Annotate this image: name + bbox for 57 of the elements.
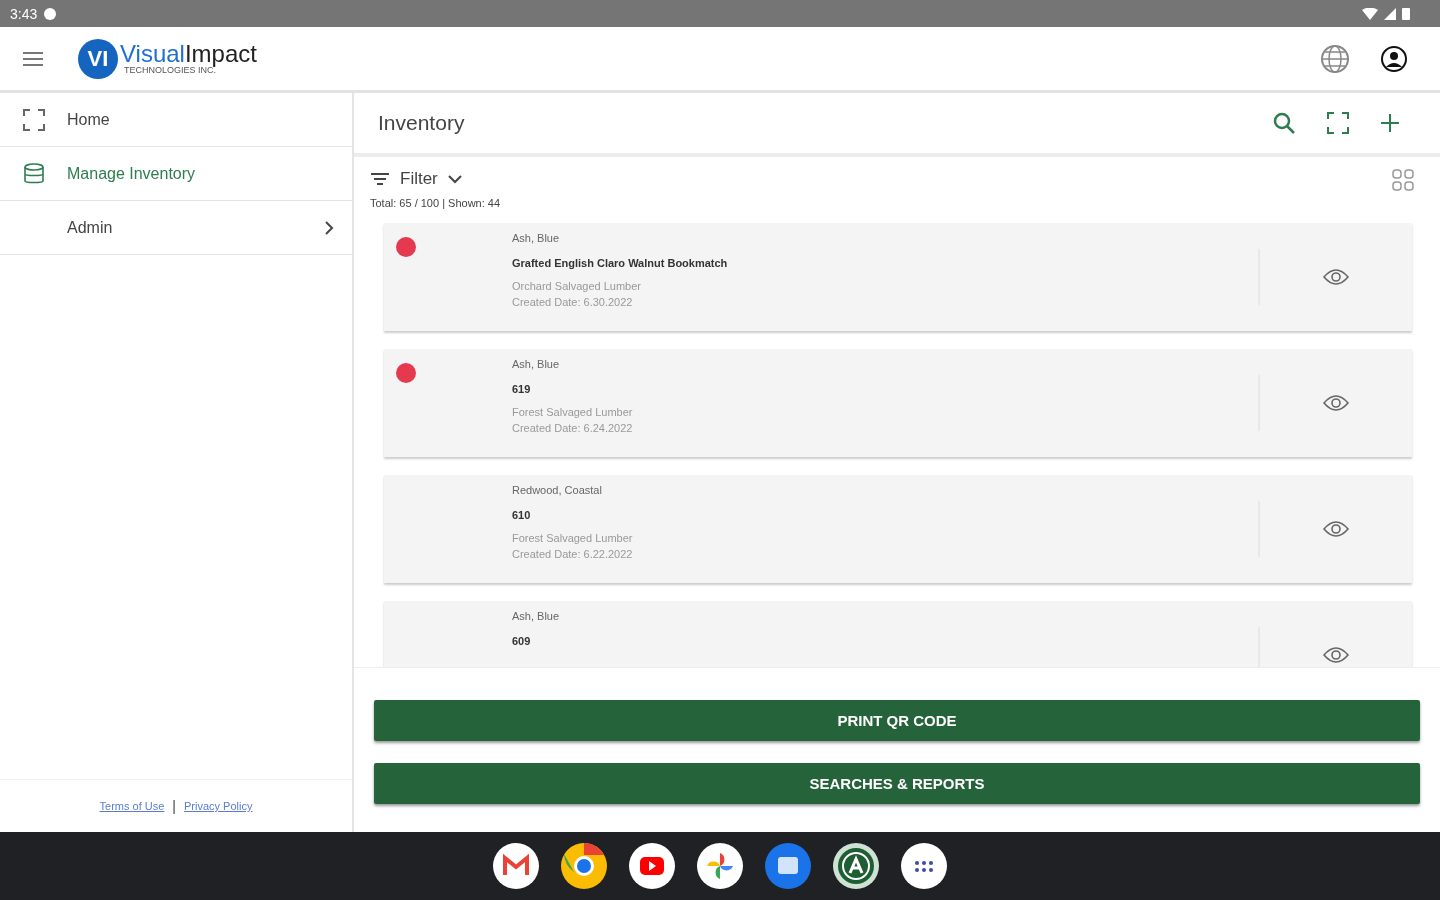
pinwheel-app-icon[interactable] (696, 842, 744, 890)
privacy-link[interactable]: Privacy Policy (184, 800, 253, 812)
separator: | (172, 798, 176, 814)
frame-icon (21, 107, 46, 132)
add-icon[interactable] (1380, 113, 1400, 133)
eye-icon[interactable] (1323, 521, 1349, 537)
battery-icon (1402, 7, 1410, 20)
stack-icon (21, 161, 46, 186)
letter-a-app-icon[interactable] (832, 842, 880, 890)
inventory-card[interactable]: Ash, Blue 619 Forest Salvaged Lumber Created Date: 6.24.2022 (384, 349, 1412, 457)
inventory-card[interactable]: Redwood, Coastal 610 Forest Salvaged Lumber Created Date: 6.22.2022 (384, 475, 1412, 583)
item-name: Grafted English Claro Walnut Bookmatch (512, 257, 729, 269)
inventory-card[interactable]: Ash, Blue 609 (384, 601, 1412, 667)
print-qr-button[interactable]: PRINT QR CODE (374, 700, 1420, 741)
species-text: Ash, Blue (512, 232, 561, 244)
eye-icon[interactable] (1323, 269, 1349, 285)
eye-icon[interactable] (1323, 647, 1349, 663)
filter-button[interactable]: Filter (370, 169, 462, 189)
search-icon[interactable] (1272, 111, 1296, 135)
filter-icon (370, 172, 390, 186)
source-text: Orchard Salvaged Lumber (512, 279, 642, 294)
status-time: 3:43 (10, 5, 38, 22)
logo: VI VisualImpact TECHNOLOGIES INC. (78, 38, 257, 79)
account-icon[interactable] (1380, 44, 1408, 73)
species-text: Redwood, Coastal (512, 484, 603, 496)
source-text: Forest Salvaged Lumber (512, 405, 634, 420)
frame-icon[interactable] (1326, 111, 1350, 135)
searches-reports-button[interactable]: SEARCHES & REPORTS (374, 763, 1420, 804)
created-date: Created Date: 6.22.2022 (512, 547, 634, 562)
created-date: Created Date: 6.30.2022 (512, 295, 634, 310)
summary-text: Total: 65 / 100 | Shown: 44 (370, 197, 501, 209)
sidebar-item[interactable]: Home (0, 93, 352, 147)
item-name: 609 (512, 635, 532, 647)
species-text: Ash, Blue (512, 610, 561, 622)
mail-app-icon[interactable] (492, 842, 540, 890)
signal-icon (1384, 7, 1396, 20)
notification-icon (43, 6, 58, 21)
sidebar-item[interactable]: Admin (0, 201, 352, 255)
species-text: Ash, Blue (512, 358, 561, 370)
globe-icon[interactable] (1320, 43, 1350, 74)
page-title: Inventory (378, 111, 465, 135)
menu-icon[interactable] (22, 50, 44, 67)
item-name: 610 (512, 509, 532, 521)
browser-app-icon[interactable] (560, 842, 608, 890)
item-name: 619 (512, 383, 532, 395)
created-date: Created Date: 6.24.2022 (512, 421, 634, 436)
source-text: Forest Salvaged Lumber (512, 531, 634, 546)
chevron-down-icon (447, 174, 462, 184)
grid-icon[interactable] (1392, 169, 1414, 191)
terms-link[interactable]: Terms of Use (99, 800, 165, 812)
sidebar-item[interactable]: Manage Inventory (0, 147, 352, 201)
app-grid-icon[interactable] (900, 842, 948, 890)
messages-app-icon[interactable] (764, 842, 812, 890)
inventory-card[interactable]: Ash, Blue Grafted English Claro Walnut Bookmatch Orchard Salvaged Lumber Created Date: 6.30.2022 (384, 223, 1412, 331)
video-app-icon[interactable] (628, 842, 676, 890)
wifi-icon (1362, 7, 1378, 20)
eye-icon[interactable] (1323, 395, 1349, 411)
